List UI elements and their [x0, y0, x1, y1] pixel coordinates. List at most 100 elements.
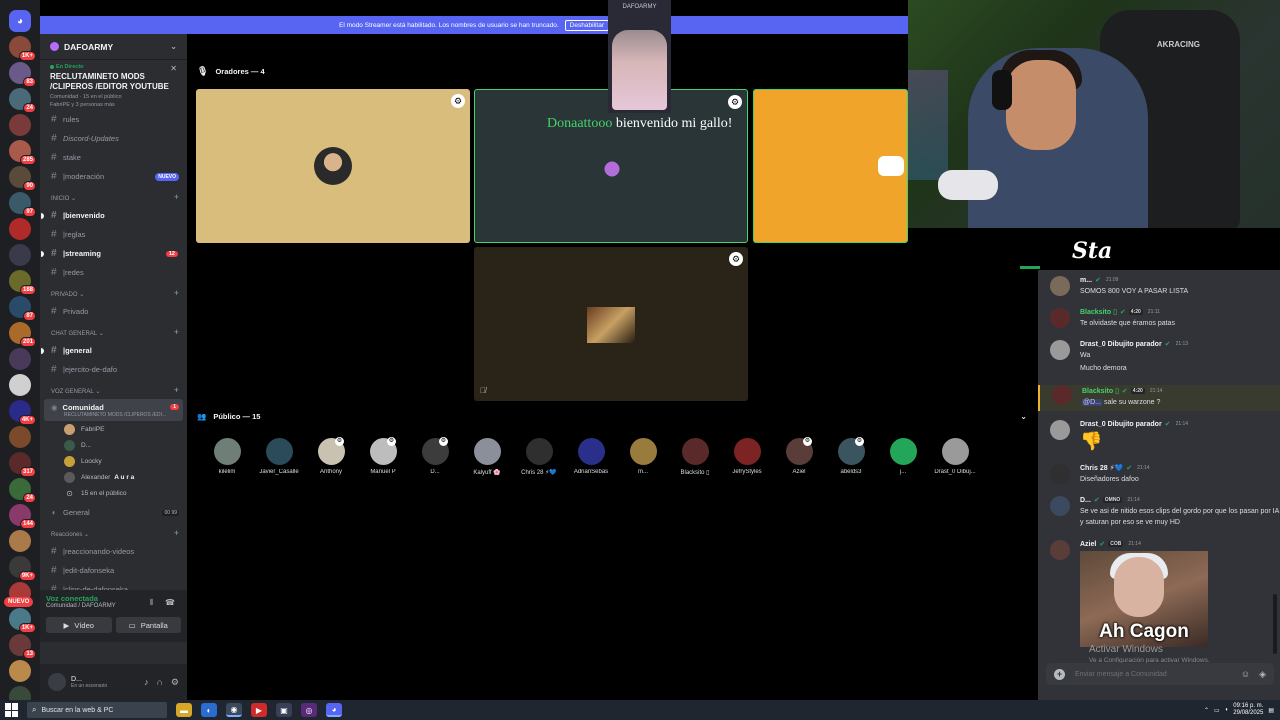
chat-message[interactable]: Drast_0 Dibujito parador ✔ 21:13 Wa Mucho de…	[1038, 340, 1280, 374]
speaker-tile[interactable]	[753, 89, 908, 243]
chrome-icon[interactable]: ◉	[226, 703, 242, 717]
server-icon[interactable]: 24	[9, 88, 36, 113]
server-icon[interactable]: 4K+	[9, 400, 36, 425]
chat-message[interactable]: Chris 28 ⚡💙 ✔ 21:14 Diseñadores dafoo	[1038, 464, 1280, 485]
message-author[interactable]: D...	[1080, 497, 1091, 504]
network-icon[interactable]: ▭	[1214, 707, 1220, 714]
voice-channel-general[interactable]: ◖ General 00 99	[40, 503, 187, 522]
message-author[interactable]: Blacksito ▯	[1080, 308, 1117, 316]
server-icon[interactable]: 201	[9, 322, 36, 347]
speaker-tile[interactable]: ⚙	[196, 89, 470, 243]
server-icon[interactable]: 13	[9, 634, 36, 659]
avatar[interactable]	[1050, 496, 1070, 516]
add-channel-icon[interactable]: +	[174, 327, 179, 337]
audience-member[interactable]: Drast_0 Dibuj...	[929, 438, 981, 476]
audience-member[interactable]: AdrianSebas	[565, 438, 617, 476]
headphones-icon[interactable]: ∩	[156, 677, 162, 688]
close-icon[interactable]: ✕	[170, 64, 177, 73]
message-author[interactable]: Aziel	[1080, 541, 1096, 548]
chat-message[interactable]: Aziel ✔ COB 21:14 Ah Cagon	[1038, 540, 1280, 647]
voice-location[interactable]: Comunidad / DAFOARMY	[46, 603, 181, 609]
server-icon[interactable]: 97	[9, 192, 36, 217]
chat-message[interactable]: Blacksito ▯ ✔ 4:20 21:14 @D... sale su warzo…	[1038, 385, 1280, 411]
edge-icon[interactable]: ◐	[201, 703, 217, 717]
server-header[interactable]: DAFOARMY ⌄	[40, 34, 187, 60]
audience-member[interactable]: ⚙ abelds3	[825, 437, 877, 476]
disconnect-icon[interactable]: ☎	[165, 598, 175, 607]
notification-icon[interactable]: ▤	[1268, 707, 1274, 714]
gear-icon[interactable]: ⚙	[729, 252, 743, 266]
category-voz-general[interactable]: VOZ GENERAL ⌄ +	[40, 379, 187, 399]
audience-member[interactable]: Kalyuff 🌸	[461, 438, 513, 476]
server-icon[interactable]: 188	[9, 270, 36, 295]
speaker-tile[interactable]: ⚙ 🎙̸	[474, 247, 748, 401]
audience-member[interactable]: ⚙ D...	[409, 437, 461, 476]
message-author[interactable]: Drast_0 Dibujito parador	[1080, 421, 1162, 428]
gif-attachment[interactable]: Ah Cagon	[1080, 551, 1208, 647]
avatar[interactable]	[1050, 340, 1070, 360]
audience-member[interactable]: kilelim	[201, 438, 253, 476]
channel-reacc-0[interactable]: # |reaccionando-videos	[40, 542, 187, 561]
voice-member[interactable]: Loocky	[40, 453, 187, 469]
avatar[interactable]	[1052, 385, 1072, 405]
server-icon[interactable]: 144	[9, 504, 36, 529]
audience-member[interactable]: m...	[617, 438, 669, 476]
server-icon[interactable]	[9, 218, 31, 240]
video-button[interactable]: ▶ Vídeo	[46, 617, 112, 633]
server-icon[interactable]: 1K+	[9, 36, 36, 61]
emoji-icon[interactable]: ☺	[1241, 669, 1250, 680]
audience-member[interactable]: ⚙ Aziel	[773, 437, 825, 476]
server-icon[interactable]: 178	[9, 686, 31, 700]
chat-scrollbar[interactable]	[1273, 594, 1277, 654]
audience-header[interactable]: 👥 Público — 15 ⌄	[197, 412, 1027, 421]
server-icon[interactable]	[9, 426, 31, 448]
discord-icon[interactable]: ◕	[326, 703, 342, 717]
server-icon[interactable]: 90	[9, 166, 36, 191]
message-author[interactable]: Chris 28 ⚡💙	[1080, 464, 1123, 472]
voice-member[interactable]: D...	[40, 437, 187, 453]
taskbar-search[interactable]: ⌕ Buscar en la web & PC	[27, 702, 167, 718]
server-icon[interactable]: 83	[9, 62, 36, 87]
avatar[interactable]	[48, 673, 66, 691]
message-author[interactable]: m...	[1080, 277, 1092, 284]
chat-message[interactable]: m... ✔ 21:09 SOMOS 800 VOY A PASAR LISTA	[1038, 276, 1280, 297]
audience-count[interactable]: ⊙ 15 en el público	[40, 485, 187, 501]
voice-channel-comunidad[interactable]: ◉ Comunidad 1 RECLUTAMINETO MODS /CLIPEROS…	[44, 399, 183, 421]
plus-icon[interactable]: +	[1054, 668, 1065, 680]
channel-top-2[interactable]: # stake	[40, 148, 187, 167]
category-chat-general[interactable]: CHAT GENERAL ⌄ +	[40, 321, 187, 341]
audience-member[interactable]: Blacksito ▯	[669, 438, 721, 476]
server-icon[interactable]: 317	[9, 452, 36, 477]
app-icon[interactable]: ▣	[276, 703, 292, 717]
server-icon[interactable]: 1K+	[9, 608, 36, 633]
clock[interactable]: 09:16 p. m. 29/08/2025	[1233, 703, 1263, 717]
windows-start-icon[interactable]	[5, 703, 19, 717]
voice-member[interactable]: FabriPE	[40, 421, 187, 437]
gear-icon[interactable]: ⚙	[728, 95, 742, 109]
audience-member[interactable]: Javier_Casalle	[253, 438, 305, 476]
disable-streamer-button[interactable]: Deshabilitar	[564, 19, 609, 31]
user-mention[interactable]: @D...	[1082, 399, 1102, 406]
add-channel-icon[interactable]: +	[174, 288, 179, 298]
audience-member[interactable]: j...	[877, 438, 929, 476]
server-icon[interactable]	[9, 348, 31, 370]
avatar[interactable]	[1050, 420, 1070, 440]
category-privado[interactable]: PRIVADO ⌄ +	[40, 282, 187, 302]
server-icon[interactable]: 24	[9, 478, 36, 503]
server-icon[interactable]	[9, 114, 31, 136]
server-icon[interactable]	[9, 244, 31, 266]
avatar[interactable]	[1050, 308, 1070, 328]
voice-connected-label[interactable]: Voz conectada	[46, 594, 181, 603]
new-badge[interactable]: NUEVO	[4, 597, 34, 607]
channel-privado-0[interactable]: # Privado	[40, 302, 187, 321]
input-placeholder[interactable]: Enviar mensaje a Comunidad	[1075, 671, 1167, 678]
voice-member[interactable]: Alexander A u r a	[40, 469, 187, 485]
audience-member[interactable]: JefryStyles	[721, 438, 773, 476]
avatar[interactable]	[1050, 276, 1070, 296]
gear-icon[interactable]: ⚙	[451, 94, 465, 108]
server-icon[interactable]	[9, 374, 31, 396]
message-input[interactable]: + Enviar mensaje a Comunidad ☺ ◈	[1046, 663, 1274, 685]
add-channel-icon[interactable]: +	[174, 528, 179, 538]
channel-inicio-3[interactable]: # |redes	[40, 263, 187, 282]
message-author[interactable]: Blacksito ▯	[1082, 387, 1119, 395]
